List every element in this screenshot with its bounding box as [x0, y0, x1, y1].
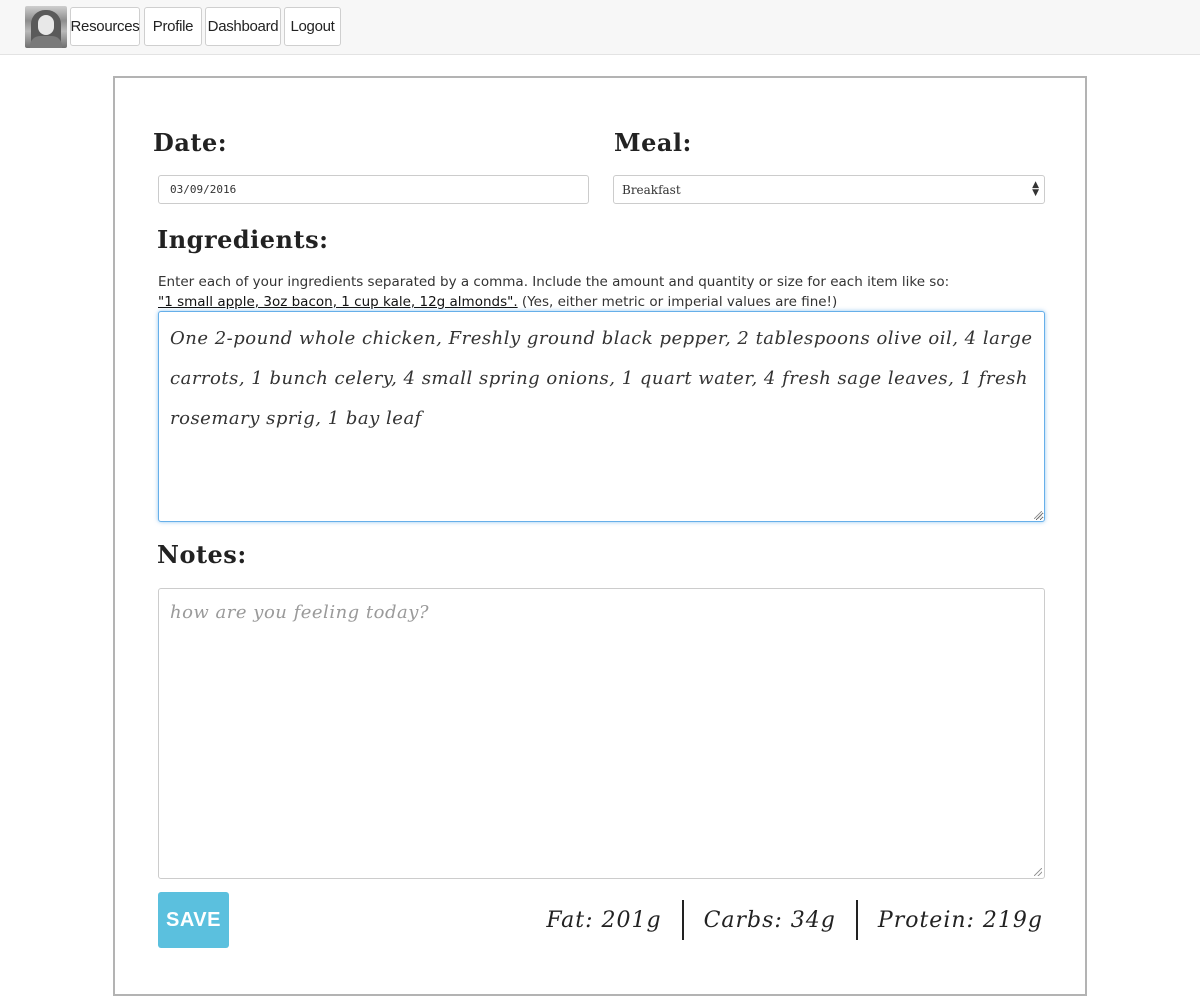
- date-label: Date:: [153, 128, 228, 157]
- divider: [681, 900, 684, 940]
- nav-dashboard-button[interactable]: Dashboard: [205, 7, 281, 46]
- help-text-example: "1 small apple, 3oz bacon, 1 cup kale, 1…: [158, 294, 518, 310]
- nav-profile-button[interactable]: Profile: [144, 7, 202, 46]
- save-button[interactable]: SAVE: [158, 892, 229, 948]
- resize-grip-icon[interactable]: [1034, 511, 1042, 519]
- meal-entry-card: Date: Meal: Breakfast ▲▼ Ingredients: En…: [113, 76, 1087, 996]
- meal-select-value: Breakfast: [622, 182, 681, 197]
- meal-label: Meal:: [614, 128, 692, 157]
- nav-resources-button[interactable]: Resources: [70, 7, 140, 46]
- notes-textarea[interactable]: how are you feeling today?: [158, 588, 1045, 879]
- ingredients-label: Ingredients:: [157, 225, 329, 254]
- resize-grip-icon[interactable]: [1034, 868, 1042, 876]
- nav-logout-button[interactable]: Logout: [284, 7, 341, 46]
- carbs-value: Carbs: 34g: [703, 907, 836, 933]
- date-input[interactable]: [158, 175, 589, 204]
- select-arrows-icon: ▲ ▼: [1032, 180, 1039, 198]
- notes-placeholder: how are you feeling today?: [170, 602, 430, 623]
- help-text-intro: Enter each of your ingredients separated…: [158, 274, 950, 290]
- ingredients-textarea[interactable]: One 2-pound whole chicken, Freshly groun…: [158, 311, 1045, 522]
- help-text-note: (Yes, either metric or imperial values a…: [521, 294, 838, 310]
- notes-label: Notes:: [157, 540, 247, 569]
- avatar[interactable]: [25, 6, 67, 48]
- ingredients-help-text: Enter each of your ingredients separated…: [158, 272, 1038, 312]
- divider: [855, 900, 858, 940]
- ingredients-text: One 2-pound whole chicken, Freshly groun…: [170, 328, 1033, 429]
- fat-value: Fat: 201g: [546, 907, 662, 933]
- macros-summary: Fat: 201g Carbs: 34g Protein: 219g: [546, 900, 1043, 940]
- meal-select[interactable]: Breakfast ▲ ▼: [613, 175, 1045, 204]
- protein-value: Protein: 219g: [877, 907, 1043, 933]
- top-navbar: Resources Profile Dashboard Logout: [0, 0, 1200, 55]
